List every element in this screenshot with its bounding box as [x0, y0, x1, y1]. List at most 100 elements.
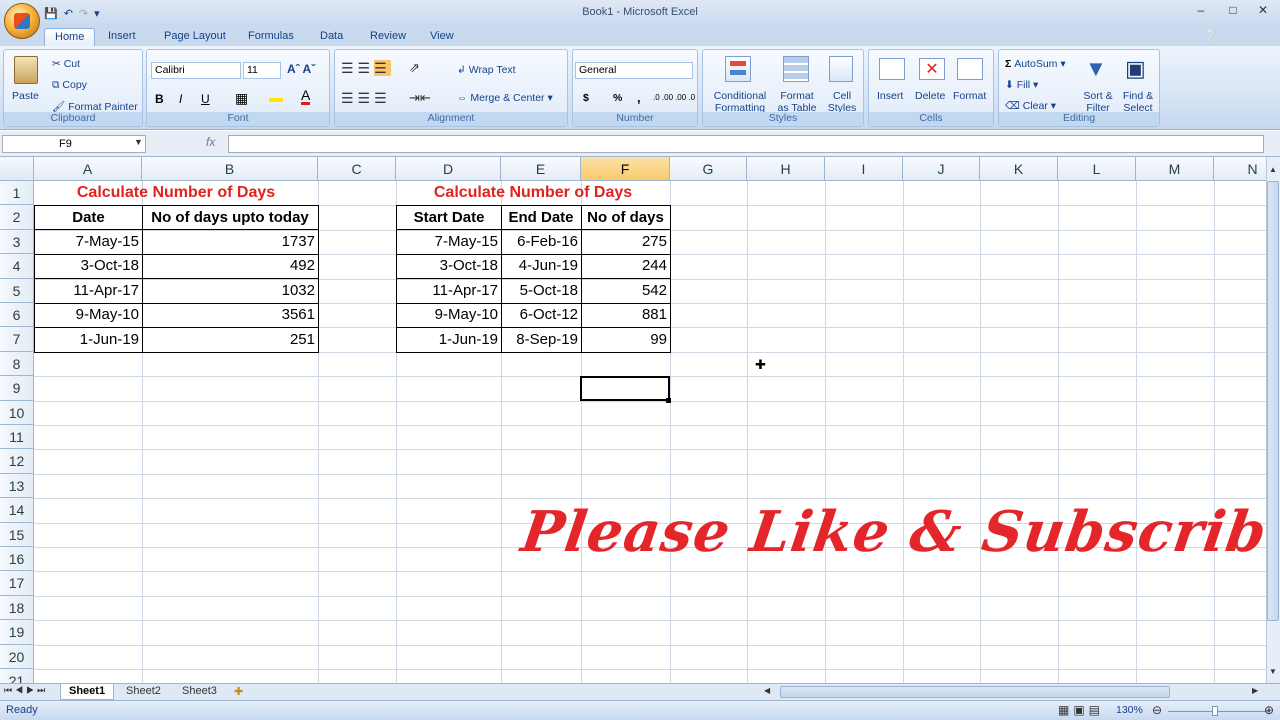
zoom-level[interactable]: 130%: [1116, 704, 1143, 716]
column-header-c[interactable]: C: [318, 157, 396, 181]
table2-start-cell[interactable]: 3-Oct-18: [396, 254, 502, 280]
format-cells-icon[interactable]: [957, 58, 983, 80]
fill-color-icon[interactable]: [269, 92, 283, 102]
table2-days-cell[interactable]: 99: [581, 327, 671, 353]
row-header-8[interactable]: 8: [0, 351, 34, 377]
column-header-k[interactable]: K: [980, 157, 1058, 181]
sort-filter-icon[interactable]: ▼: [1085, 56, 1107, 82]
column-header-j[interactable]: J: [903, 157, 980, 181]
row-header-1[interactable]: 1: [0, 181, 34, 206]
tab-review[interactable]: Review: [360, 28, 416, 46]
column-header-m[interactable]: M: [1136, 157, 1214, 181]
selected-cell-f9[interactable]: [580, 376, 670, 401]
table1-date-cell[interactable]: 11-Apr-17: [34, 278, 143, 304]
table1-days-cell[interactable]: 1737: [142, 230, 319, 255]
worksheet-grid[interactable]: A B C D E F G H I J K L M N 1 2 3 4 5 6 7 8 9 10 1…: [0, 157, 1266, 683]
table2-start-cell[interactable]: 9-May-10: [396, 303, 502, 329]
column-header-n[interactable]: N: [1214, 157, 1266, 181]
conditional-formatting-button[interactable]: Conditional Formatting: [709, 90, 771, 114]
fill-button[interactable]: ⬇ Fill ▾: [1005, 79, 1038, 91]
column-header-l[interactable]: L: [1058, 157, 1136, 181]
scroll-right-icon[interactable]: ▶: [1252, 686, 1258, 695]
format-as-table-icon[interactable]: [783, 56, 809, 82]
tab-insert[interactable]: Insert: [98, 28, 146, 46]
comma-button[interactable]: ,: [637, 90, 641, 105]
table2-end-cell[interactable]: 6-Oct-12: [501, 303, 582, 329]
italic-button[interactable]: I: [179, 92, 182, 106]
tab-data[interactable]: Data: [310, 28, 353, 46]
close-button[interactable]: ✕: [1252, 3, 1274, 19]
tab-view[interactable]: View: [420, 28, 464, 46]
insert-sheet-icon[interactable]: ✚: [234, 685, 243, 698]
copy-button[interactable]: ⧉ Copy: [52, 79, 87, 92]
row-header-12[interactable]: 12: [0, 449, 34, 474]
orientation-icon[interactable]: ⇗: [409, 60, 420, 76]
format-cells-button[interactable]: Format: [953, 90, 986, 102]
table2-end-cell[interactable]: 8-Sep-19: [501, 327, 582, 353]
name-box[interactable]: F9: [2, 135, 146, 153]
horizontal-scroll-thumb[interactable]: [780, 686, 1170, 698]
table1-date-cell[interactable]: 9-May-10: [34, 303, 143, 329]
table2-days-cell[interactable]: 881: [581, 303, 671, 329]
column-header-a[interactable]: A: [34, 157, 142, 181]
table2-end-cell[interactable]: 6-Feb-16: [501, 230, 582, 255]
zoom-slider[interactable]: [1168, 711, 1270, 712]
minimize-button[interactable]: –: [1190, 3, 1212, 19]
row-header-4[interactable]: 4: [0, 254, 34, 279]
find-select-button[interactable]: Find & Select: [1119, 90, 1157, 114]
undo-icon[interactable]: ↶: [64, 7, 73, 20]
tab-home[interactable]: Home: [44, 28, 96, 46]
row-header-11[interactable]: 11: [0, 425, 34, 450]
vertical-scroll-thumb[interactable]: [1267, 181, 1279, 621]
conditional-formatting-icon[interactable]: [725, 56, 751, 82]
formula-input[interactable]: [228, 135, 1264, 153]
save-icon[interactable]: 💾: [44, 7, 58, 20]
table1-date-cell[interactable]: 1-Jun-19: [34, 327, 143, 353]
zoom-slider-thumb[interactable]: [1212, 706, 1218, 716]
grow-font-icon[interactable]: Aˆ Aˇ: [287, 62, 315, 76]
wrap-text-button[interactable]: ↲ Wrap Text: [457, 64, 516, 76]
table1-days-cell[interactable]: 3561: [142, 303, 319, 329]
cell-styles-icon[interactable]: [829, 56, 853, 82]
insert-cells-button[interactable]: Insert: [877, 90, 903, 102]
table2-end-cell[interactable]: 4-Jun-19: [501, 254, 582, 280]
row-header-10[interactable]: 10: [0, 400, 34, 425]
column-header-e[interactable]: E: [501, 157, 581, 181]
name-box-dropdown-icon[interactable]: ▼: [134, 137, 143, 147]
maximize-button[interactable]: □: [1222, 3, 1244, 19]
paste-button[interactable]: Paste: [12, 90, 39, 102]
tab-formulas[interactable]: Formulas: [238, 28, 304, 46]
sheet-tab-2[interactable]: Sheet2: [118, 684, 169, 700]
column-header-b[interactable]: B: [142, 157, 318, 181]
view-buttons-icons[interactable]: ▦▣▤: [1058, 703, 1104, 717]
table1-date-cell[interactable]: 7-May-15: [34, 230, 143, 255]
row-header-17[interactable]: 17: [0, 571, 34, 596]
row-header-20[interactable]: 20: [0, 644, 34, 669]
currency-button[interactable]: $: [583, 92, 589, 104]
select-all-corner[interactable]: [0, 157, 34, 181]
font-name-combo[interactable]: Calibri: [151, 62, 241, 79]
table2-days-cell[interactable]: 275: [581, 230, 671, 255]
row-header-5[interactable]: 5: [0, 278, 34, 303]
table2-end-cell[interactable]: 5-Oct-18: [501, 278, 582, 304]
row-header-2[interactable]: 2: [0, 205, 34, 230]
row-header-18[interactable]: 18: [0, 595, 34, 621]
table1-date-cell[interactable]: 3-Oct-18: [34, 254, 143, 280]
indent-icons[interactable]: ⇥⇤: [409, 90, 431, 106]
column-header-d[interactable]: D: [396, 157, 501, 181]
table2-days-cell[interactable]: 244: [581, 254, 671, 280]
zoom-in-icon[interactable]: ⊕: [1264, 703, 1274, 717]
column-header-g[interactable]: G: [670, 157, 747, 181]
font-color-icon[interactable]: A: [301, 88, 311, 105]
cell-styles-button[interactable]: Cell Styles: [823, 90, 861, 114]
autosum-button[interactable]: Σ AutoSum ▾: [1005, 58, 1066, 70]
column-header-h[interactable]: H: [747, 157, 825, 181]
zoom-out-icon[interactable]: ⊖: [1152, 703, 1162, 717]
underline-button[interactable]: U: [201, 92, 210, 106]
table1-days-cell[interactable]: 492: [142, 254, 319, 280]
scroll-down-icon[interactable]: ▼: [1269, 667, 1277, 676]
row-header-9[interactable]: 9: [0, 376, 34, 401]
row-header-21[interactable]: 21: [0, 669, 34, 683]
sheet-tab-1[interactable]: Sheet1: [60, 684, 115, 700]
row-header-13[interactable]: 13: [0, 473, 34, 499]
